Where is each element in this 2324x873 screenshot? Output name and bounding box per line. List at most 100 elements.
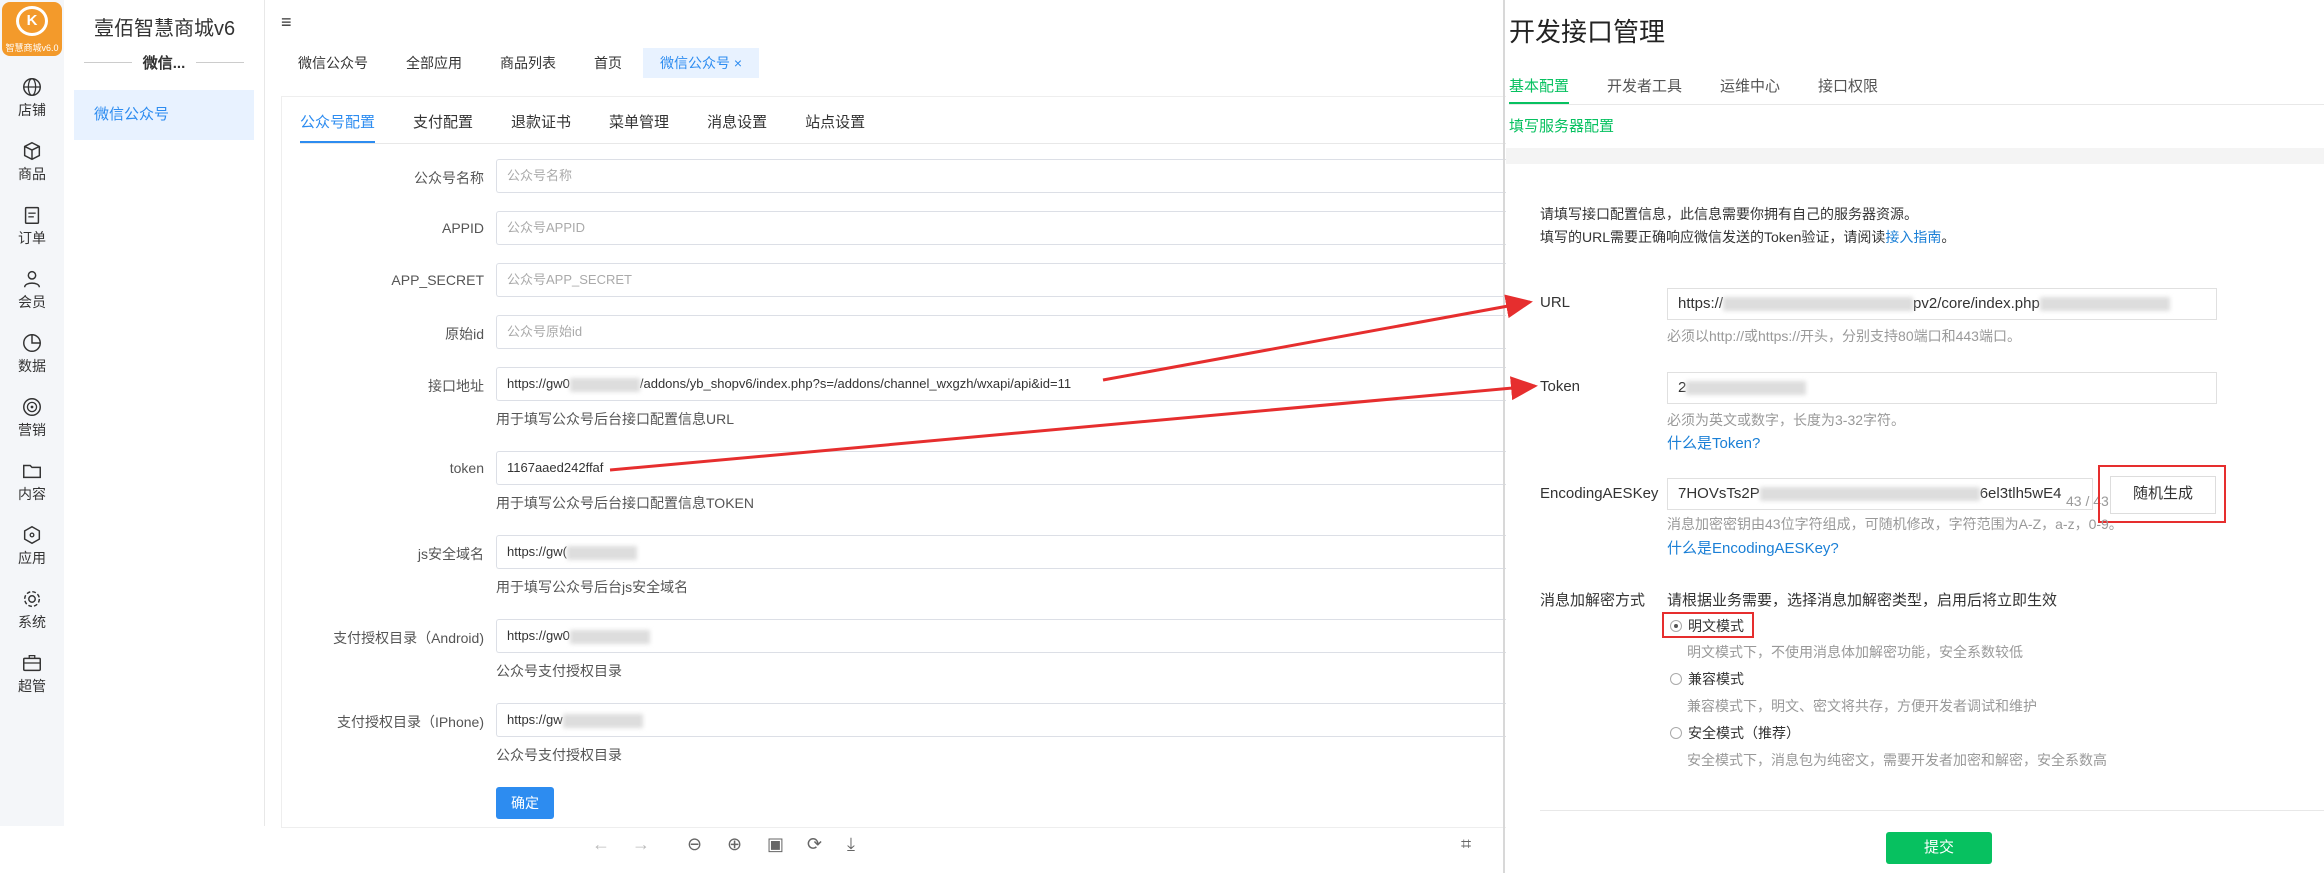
nav-item-goods[interactable]: 商品 [0,132,64,192]
random-generate-button[interactable]: 随机生成 [2110,476,2216,514]
subtab-menu-manage[interactable]: 菜单管理 [609,111,669,141]
api-url-input[interactable]: https://gw0/addons/yb_shopv6/index.php?s… [496,367,1506,401]
tab-wechat-official[interactable]: 微信公众号 [281,48,385,78]
scan-icon[interactable]: ⌗ [1461,834,1471,855]
divider [1540,810,2324,811]
tab-api-permissions[interactable]: 接口权限 [1818,75,1878,102]
access-guide-link[interactable]: 接入指南 [1885,229,1941,245]
subnav-item-wechat-official[interactable]: 微信公众号 [74,90,254,140]
token-value: 2 [1678,379,1687,396]
subtab-message-settings[interactable]: 消息设置 [707,111,767,141]
url-suffix: pv2/core/index.php [1913,295,2040,312]
redacted-blur [569,629,650,644]
nav-item-orders[interactable]: 订单 [0,196,64,256]
redacted-blur [2039,297,2170,312]
folder-icon [23,464,41,479]
subtab-site-settings[interactable]: 站点设置 [805,111,865,141]
tab-home[interactable]: 首页 [577,48,639,78]
what-is-aes-link[interactable]: 什么是EncodingAESKey? [1667,537,1839,558]
nav-item-data[interactable]: 数据 [0,324,64,384]
download-icon[interactable]: ⤓ [847,834,855,855]
token-help: 必须为英文或数字，长度为3-32字符。 [1667,412,1906,428]
field-label: token [449,460,484,476]
close-icon[interactable]: × [734,55,742,71]
page-tabs: 微信公众号 全部应用 商品列表 首页 微信公众号 × [281,48,763,82]
nav-item-marketing[interactable]: 营销 [0,388,64,448]
subtab-refund-cert[interactable]: 退款证书 [511,111,571,141]
field-help: 公众号支付授权目录 [496,747,622,763]
aes-prefix: 7HOVsTs2P [1678,485,1760,502]
config-subtabs: 公众号配置 支付配置 退款证书 菜单管理 消息设置 站点设置 [300,111,903,143]
url-label: URL [1540,294,1571,311]
rotate-icon[interactable]: ⟳ [807,834,822,855]
url-input[interactable]: https:// pv2/core/index.php [1667,288,2217,320]
page-title: 开发接口管理 [1509,17,1666,47]
field-label: APP_SECRET [391,272,484,288]
tab-all-apps[interactable]: 全部应用 [389,48,479,78]
radio-plaintext-mode[interactable]: 明文模式 [1670,616,1744,636]
logo-mark-icon: K [16,6,48,36]
nav-label: 店铺 [18,102,46,118]
nav-item-store[interactable]: 店铺 [0,68,64,128]
radio-help: 明文模式下，不使用消息体加解密功能，安全系数较低 [1687,644,2023,660]
redacted-blur [562,713,643,728]
field-label: APPID [441,220,484,236]
redacted-blur [1723,297,1914,312]
what-is-token-link[interactable]: 什么是Token? [1667,432,1760,453]
radio-compatible-mode[interactable]: 兼容模式 [1670,669,1744,689]
nav-label: 订单 [18,230,46,246]
android-pay-dir-value: https://gw0 [507,628,570,643]
redacted-blur [569,377,640,392]
radio-label: 兼容模式 [1688,671,1744,687]
config-panel: 公众号配置 支付配置 退款证书 菜单管理 消息设置 站点设置 公众号名称 公众号名称 AP… [281,96,1506,828]
token-input[interactable]: 1167aaed242ffaf [496,451,1506,485]
nav-item-system[interactable]: 系统 [0,580,64,640]
nav-item-members[interactable]: 会员 [0,260,64,320]
tab-wechat-official-active[interactable]: 微信公众号 × [643,48,760,78]
arrow-right-icon[interactable]: → [632,834,650,855]
zoom-in-icon[interactable]: ⊕ [727,834,742,855]
fit-screen-icon[interactable]: ▣ [767,834,784,855]
subtab-pay-config[interactable]: 支付配置 [413,111,473,141]
subtab-account-config[interactable]: 公众号配置 [300,111,376,143]
radio-unchecked-icon [1670,727,1682,739]
radio-label: 明文模式 [1688,618,1744,634]
confirm-button[interactable]: 确定 [496,787,554,819]
tab-basic-config[interactable]: 基本配置 [1509,75,1570,104]
radio-secure-mode[interactable]: 安全模式（推荐） [1670,723,1800,743]
field-label: js安全域名 [417,546,484,562]
nav-item-content[interactable]: 内容 [0,452,64,512]
origin-id-input[interactable]: 公众号原始id [496,315,1506,349]
field-help: 用于填写公众号后台接口配置信息URL [496,411,735,427]
arrow-left-icon[interactable]: ← [592,834,610,855]
cube-icon [23,525,41,545]
menu-toggle-icon[interactable]: ≡ [281,12,292,33]
image-viewer-toolbar: ← → ⊖ ⊕ ▣ ⟳ ⤓ ⌗ [265,834,1505,864]
tab-ops-center[interactable]: 运维中心 [1720,75,1780,102]
iphone-pay-dir-input[interactable]: https://gw [496,703,1506,737]
nav-item-apps[interactable]: 应用 [0,516,64,576]
encryption-mode-label: 消息加解密方式 [1540,592,1646,609]
box-icon [23,141,41,161]
radio-help: 兼容模式下，明文、密文将共存，方便开发者调试和维护 [1687,698,2037,714]
zoom-out-icon[interactable]: ⊖ [687,834,702,855]
divider [300,143,1506,144]
nav-item-superadmin[interactable]: 超管 [0,644,64,704]
redacted-blur [566,545,637,560]
aes-key-label: EncodingAESKey [1540,485,1659,502]
app-logo[interactable]: K 智慧商城v6.0 [2,2,62,56]
js-domain-input[interactable]: https://gw( [496,535,1506,569]
field-label: 接口地址 [428,378,484,394]
android-pay-dir-input[interactable]: https://gw0 [496,619,1506,653]
iphone-pay-dir-value: https://gw [507,712,563,727]
aes-key-input[interactable]: 7HOVsTs2P 6el3tlh5wE4 [1667,478,2093,510]
tab-goods-list[interactable]: 商品列表 [483,48,573,78]
field-help: 用于填写公众号后台js安全域名 [496,579,689,595]
token-input[interactable]: 2 [1667,372,2217,404]
appid-input[interactable]: 公众号APPID [496,211,1506,245]
account-name-input[interactable]: 公众号名称 [496,159,1506,193]
submit-button[interactable]: 提交 [1886,832,1992,864]
app-secret-input[interactable]: 公众号APP_SECRET [496,263,1506,297]
tab-dev-tools[interactable]: 开发者工具 [1607,75,1682,102]
clipboard-icon [24,206,40,224]
